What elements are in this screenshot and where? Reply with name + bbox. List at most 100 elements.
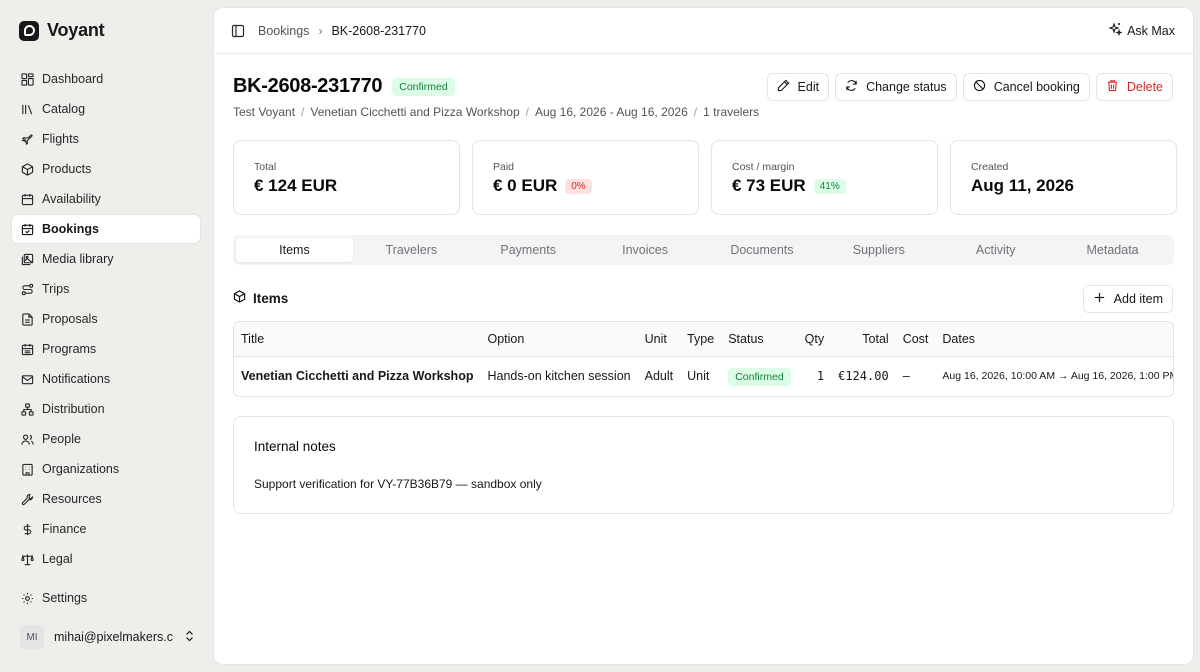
column-header-status: Status	[728, 331, 764, 346]
sidebar-item-settings[interactable]: Settings	[12, 584, 200, 612]
sidebar-item-dashboard[interactable]: Dashboard	[12, 65, 200, 93]
stat-label: Created	[971, 161, 1009, 173]
booking-travelers: 1 travelers	[703, 105, 760, 119]
tab-documents[interactable]: Documents	[704, 238, 821, 262]
sidebar-item-label: Trips	[42, 282, 70, 296]
stat-value: Aug 11, 2026	[971, 176, 1075, 195]
change-status-label: Change status	[866, 80, 947, 94]
calendar-check-icon	[20, 222, 34, 236]
tab-metadata[interactable]: Metadata	[1054, 238, 1171, 262]
status-badge: Confirmed	[392, 77, 455, 96]
sidebar-item-label: Proposals	[42, 312, 98, 326]
cancel-booking-button[interactable]: Cancel booking	[962, 73, 1090, 101]
booking-date-range: Aug 16, 2026 - Aug 16, 2026	[534, 105, 688, 119]
tab-travelers[interactable]: Travelers	[353, 238, 470, 262]
sidebar-item-flights[interactable]: Flights	[12, 125, 200, 153]
tab-activity[interactable]: Activity	[937, 238, 1054, 262]
sidebar-item-finance[interactable]: Finance	[12, 515, 200, 543]
user-email: mihai@pixelmakers.c...	[54, 630, 174, 644]
sidebar-item-label: Catalog	[42, 102, 86, 116]
edit-button[interactable]: Edit	[766, 73, 830, 101]
building-icon	[20, 462, 34, 476]
sidebar-item-availability[interactable]: Availability	[12, 185, 200, 213]
gear-icon	[20, 591, 34, 605]
sidebar-item-distribution[interactable]: Distribution	[12, 395, 200, 423]
brand[interactable]: Voyant	[19, 20, 105, 41]
booking-subtitle: Test Voyant / Venetian Cicchetti and Piz…	[233, 105, 760, 119]
paid-percent-badge: 0%	[565, 178, 592, 194]
table-row[interactable]: Venetian Cicchetti and Pizza Workshop Ha…	[234, 356, 1173, 396]
sidebar-item-label: Availability	[42, 192, 101, 206]
sidebar-nav: Dashboard Catalog Flights Products Avail…	[12, 65, 200, 575]
tab-items[interactable]: Items	[236, 238, 353, 262]
pencil-icon	[777, 79, 790, 95]
sidebar-item-bookings[interactable]: Bookings	[12, 215, 200, 243]
sidebar: Voyant Dashboard Catalog Flights Product…	[0, 0, 212, 672]
sidebar-item-label: Products	[42, 162, 92, 176]
sidebar-item-label: Dashboard	[42, 72, 104, 86]
ask-max-button[interactable]: Ask Max	[1108, 22, 1175, 39]
sidebar-item-notifications[interactable]: Notifications	[12, 365, 200, 393]
stat-label: Total	[254, 161, 277, 173]
stat-card-cost-margin: Cost / margin € 73 EUR 41%	[711, 140, 938, 215]
plane-icon	[20, 132, 34, 146]
stat-value: € 124 EUR	[254, 176, 338, 195]
sidebar-toggle-icon[interactable]	[230, 23, 246, 39]
users-icon	[20, 432, 34, 446]
sidebar-item-resources[interactable]: Resources	[12, 485, 200, 513]
wrench-icon	[20, 492, 34, 506]
sidebar-item-label: Programs	[42, 342, 97, 356]
stat-value: € 0 EUR	[493, 176, 558, 195]
sidebar-item-label: Flights	[42, 132, 79, 146]
tab-payments[interactable]: Payments	[470, 238, 587, 262]
sidebar-item-catalog[interactable]: Catalog	[12, 95, 200, 123]
internal-notes-card: Internal notes Support verification for …	[233, 416, 1174, 514]
delete-button-label: Delete	[1126, 80, 1163, 94]
tab-invoices[interactable]: Invoices	[587, 238, 704, 262]
add-item-button[interactable]: Add item	[1082, 285, 1173, 313]
column-header-cost: Cost	[902, 331, 929, 346]
sidebar-item-products[interactable]: Products	[12, 155, 200, 183]
column-header-unit: Unit	[644, 331, 667, 346]
sidebar-item-media-library[interactable]: Media library	[12, 245, 200, 273]
internal-notes-title: Internal notes	[254, 439, 336, 454]
sidebar-item-label: People	[42, 432, 81, 446]
change-status-button[interactable]: Change status	[835, 73, 957, 101]
sidebar-item-label: Media library	[42, 252, 114, 266]
sidebar-item-programs[interactable]: Programs	[12, 335, 200, 363]
main-panel: Bookings › BK-2608-231770 Ask Max BK-260…	[213, 7, 1194, 665]
ask-max-label: Ask Max	[1127, 23, 1175, 38]
ban-icon	[973, 79, 986, 95]
item-status-cell: Confirmed	[721, 356, 797, 396]
user-menu[interactable]: MI mihai@pixelmakers.c...	[20, 625, 195, 649]
stat-label: Paid	[493, 161, 515, 173]
sidebar-item-trips[interactable]: Trips	[12, 275, 200, 303]
items-section-heading: Items	[233, 290, 288, 306]
cancel-booking-label: Cancel booking	[993, 80, 1080, 94]
column-header-type: Type	[687, 331, 715, 346]
file-text-icon	[20, 312, 34, 326]
breadcrumb-bookings-link[interactable]: Bookings	[258, 24, 309, 38]
booking-customer: Test Voyant	[233, 105, 296, 119]
stat-card-total: Total € 124 EUR	[233, 140, 460, 215]
internal-notes-body: Support verification for VY-77B36B79 — s…	[254, 477, 542, 491]
sidebar-item-organizations[interactable]: Organizations	[12, 455, 200, 483]
dashboard-icon	[20, 72, 34, 86]
sidebar-item-proposals[interactable]: Proposals	[12, 305, 200, 333]
tab-suppliers[interactable]: Suppliers	[820, 238, 937, 262]
column-header-total: Total	[862, 331, 889, 346]
table-header-row: Title Option Unit Type Status Qty Total …	[234, 322, 1173, 356]
dollar-icon	[20, 522, 34, 536]
scale-icon	[20, 552, 34, 566]
status-badge: Confirmed	[728, 368, 791, 387]
refresh-icon	[845, 79, 858, 95]
delete-button[interactable]: Delete	[1095, 73, 1173, 101]
stat-value: € 73 EUR	[732, 176, 806, 195]
sidebar-item-label: Legal	[42, 552, 73, 566]
topbar: Bookings › BK-2608-231770 Ask Max	[214, 8, 1193, 54]
sidebar-item-legal[interactable]: Legal	[12, 545, 200, 573]
mail-icon	[20, 372, 34, 386]
sidebar-item-people[interactable]: People	[12, 425, 200, 453]
items-section-title: Items	[253, 290, 289, 306]
item-type: Unit	[687, 369, 710, 384]
